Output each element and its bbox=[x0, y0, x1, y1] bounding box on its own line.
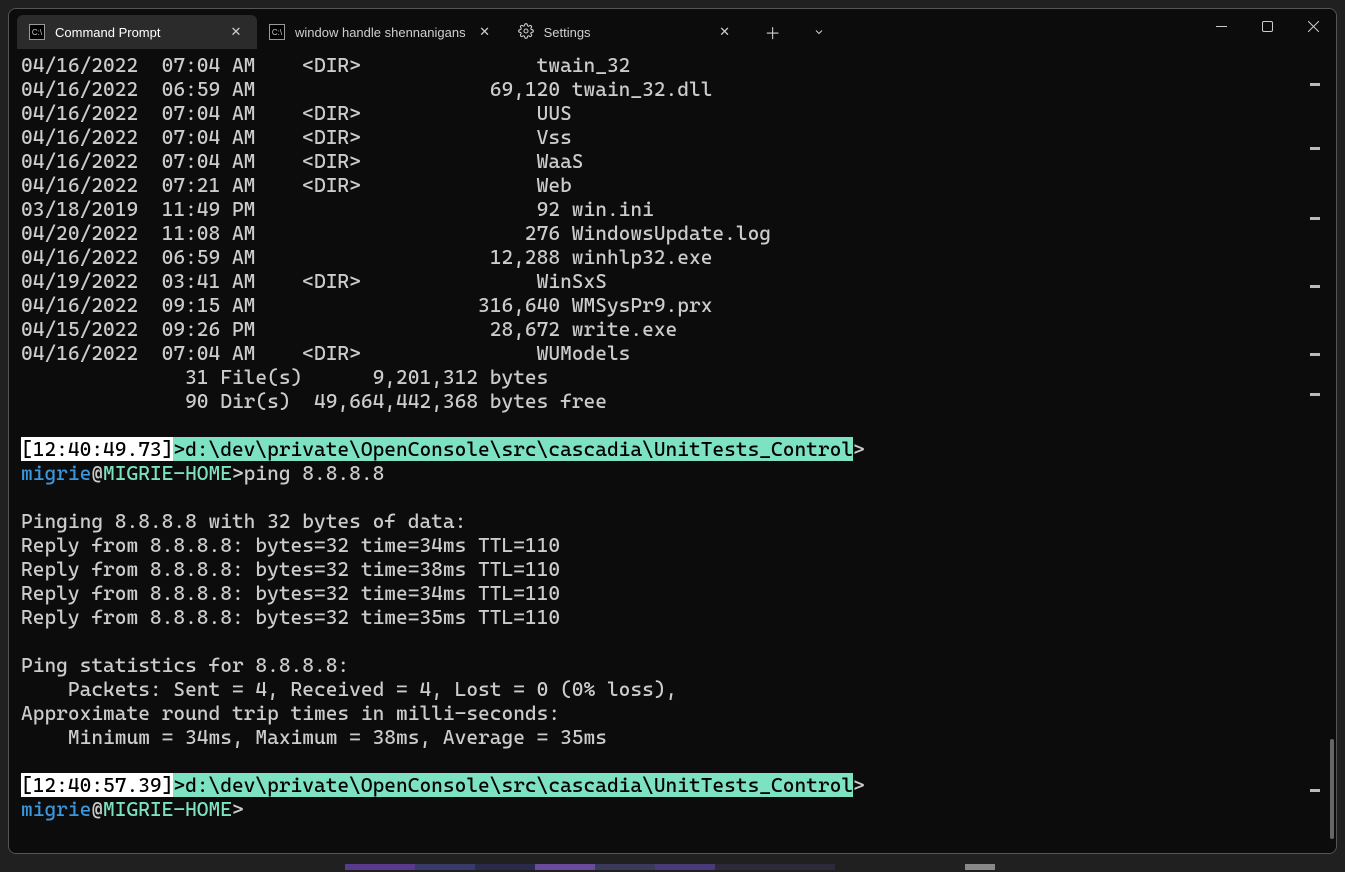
cmd-icon: C:\ bbox=[29, 24, 45, 40]
tab-title: Command Prompt bbox=[55, 25, 217, 40]
new-tab-button[interactable]: ＋ bbox=[750, 15, 796, 49]
tab-title: window handle shennanigans bbox=[295, 25, 466, 40]
window-controls bbox=[1198, 9, 1336, 49]
tab-strip: C:\ Command Prompt ✕ C:\ window handle s… bbox=[9, 9, 746, 49]
tab-title: Settings bbox=[544, 25, 706, 40]
gear-icon bbox=[518, 23, 534, 42]
terminal-window: C:\ Command Prompt ✕ C:\ window handle s… bbox=[8, 8, 1337, 854]
close-icon[interactable]: ✕ bbox=[227, 23, 245, 41]
tab-command-prompt[interactable]: C:\ Command Prompt ✕ bbox=[17, 15, 257, 49]
close-icon[interactable]: ✕ bbox=[476, 23, 494, 41]
cmd-icon: C:\ bbox=[269, 24, 285, 40]
close-icon[interactable]: ✕ bbox=[716, 23, 734, 41]
scrollbar[interactable] bbox=[1324, 53, 1334, 843]
taskbar-hint bbox=[0, 858, 1345, 872]
terminal-content[interactable]: 04/16/2022 07:04 AM <DIR> twain_32 04/16… bbox=[9, 49, 1336, 853]
titlebar: C:\ Command Prompt ✕ C:\ window handle s… bbox=[9, 9, 1336, 49]
minimize-button[interactable] bbox=[1198, 9, 1244, 43]
tab-actions: ＋ bbox=[750, 9, 842, 49]
tab-dropdown-button[interactable] bbox=[796, 15, 842, 49]
tab-settings[interactable]: Settings ✕ bbox=[506, 15, 746, 49]
tab-window-handle[interactable]: C:\ window handle shennanigans ✕ bbox=[257, 15, 506, 49]
window-close-button[interactable] bbox=[1290, 9, 1336, 43]
maximize-button[interactable] bbox=[1244, 9, 1290, 43]
scrollbar-thumb[interactable] bbox=[1330, 739, 1334, 839]
